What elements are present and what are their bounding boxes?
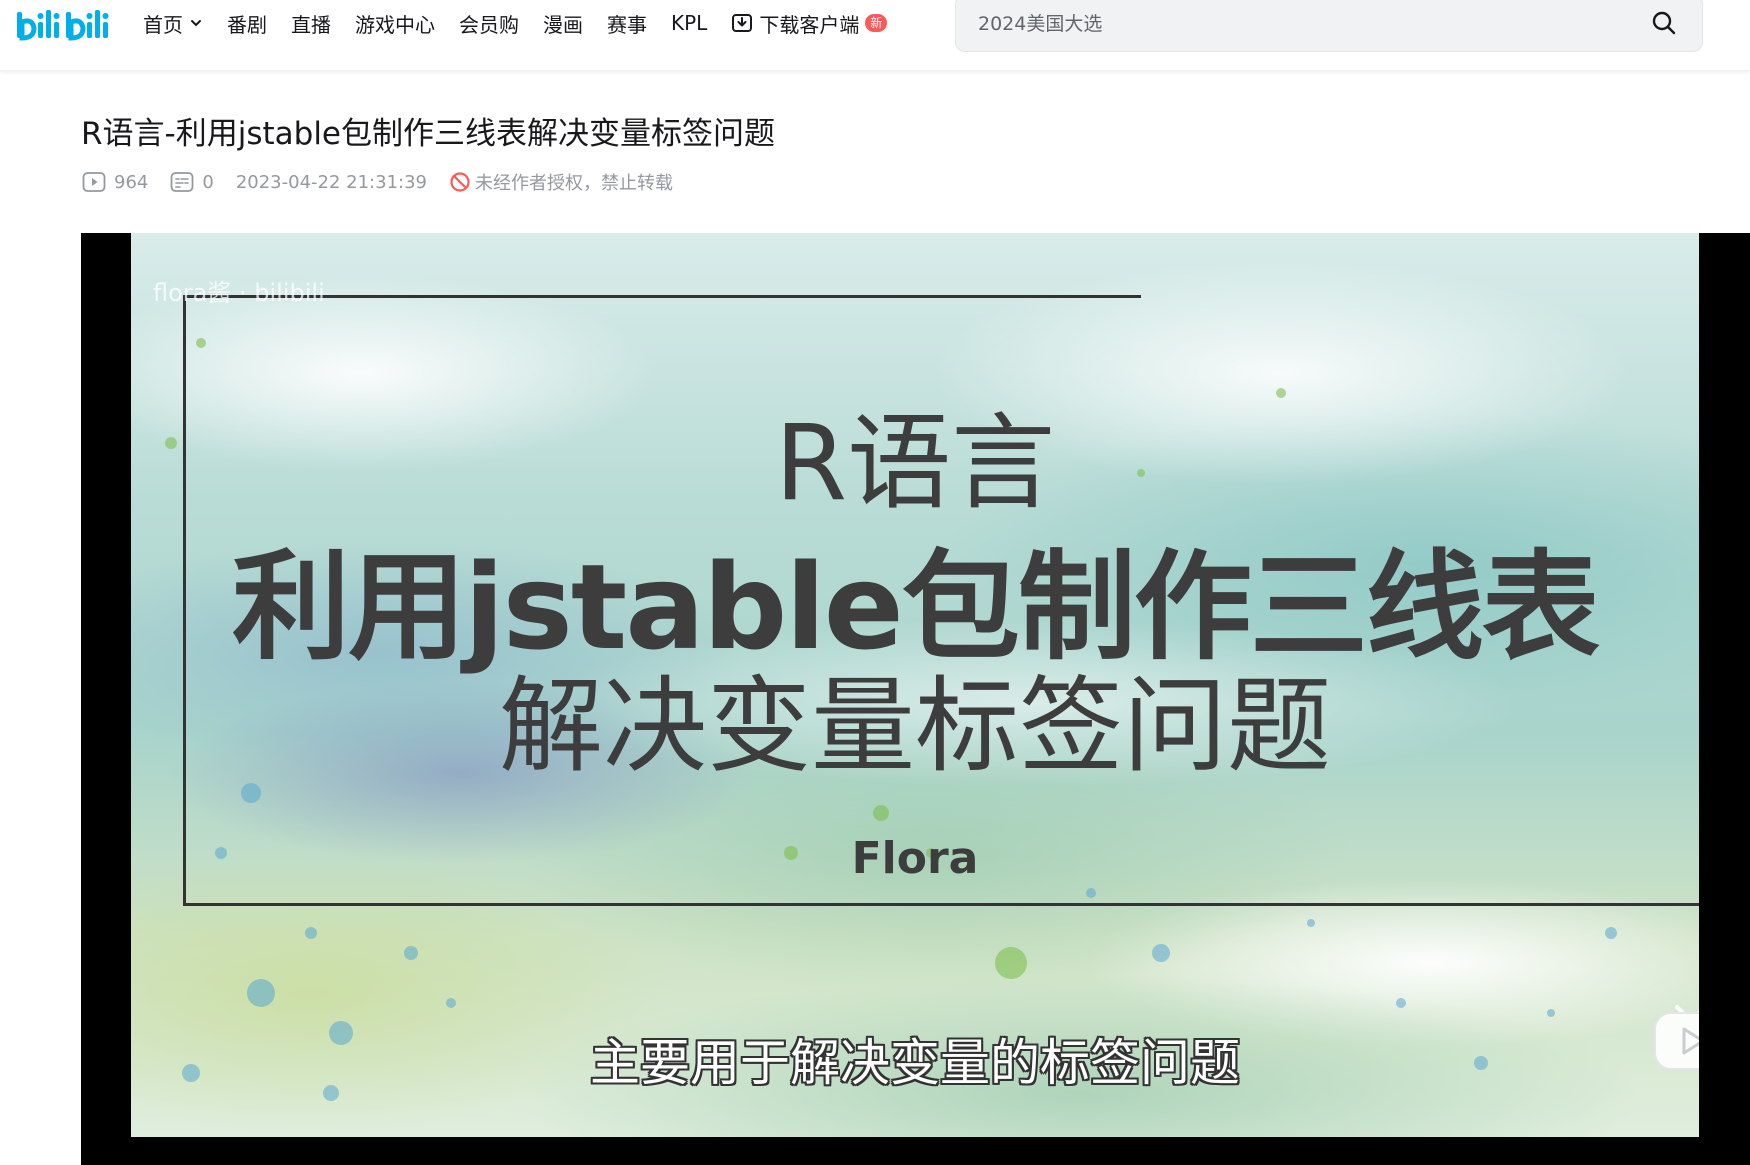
nav-item-label: 赛事 xyxy=(607,12,647,37)
bilibili-logo-icon xyxy=(17,10,109,41)
download-client-link[interactable]: 下载客户端 新 xyxy=(731,9,888,38)
forbidden-icon xyxy=(450,172,470,192)
uploader-watermark: flora酱 · bilibili xyxy=(153,279,325,307)
top-header: 首页 番剧 直播 游戏中心 会员购 漫画 赛事 KPL 下载客户端 新 xyxy=(0,0,1750,71)
frame-author: Flora xyxy=(851,833,979,884)
search-button[interactable] xyxy=(1648,7,1680,39)
frame-title-line-1: R语言 xyxy=(774,402,1056,524)
nav-item-manga[interactable]: 漫画 xyxy=(543,9,583,38)
bilibili-tv-play-button[interactable] xyxy=(1651,993,1699,1073)
nav-item-label: 会员购 xyxy=(459,12,519,37)
tv-play-icon xyxy=(1654,1005,1699,1070)
new-badge: 新 xyxy=(865,14,888,32)
danmaku-count: 0 xyxy=(170,171,214,193)
nav-item-label: 番剧 xyxy=(227,12,267,37)
danmaku-icon xyxy=(170,172,194,192)
nav-item-mall[interactable]: 会员购 xyxy=(459,9,519,38)
danmaku-count-value: 0 xyxy=(202,171,214,193)
frame-title-line-3: 解决变量标签问题 xyxy=(498,665,1331,787)
play-count-icon xyxy=(82,172,106,192)
video-player[interactable]: flora酱 · bilibili R语言 利用jstable包制作三线表 解决… xyxy=(81,233,1750,1165)
search-input[interactable] xyxy=(976,9,1620,39)
download-client-label: 下载客户端 xyxy=(759,12,860,37)
publish-time: 2023-04-22 21:31:39 xyxy=(236,172,427,193)
title-card-topline xyxy=(183,295,1141,298)
copyright-notice-text: 未经作者授权，禁止转载 xyxy=(474,173,673,194)
nav-item-kpl[interactable]: KPL xyxy=(671,11,707,35)
nav-item-label: 漫画 xyxy=(543,12,583,37)
nav-item-label: 游戏中心 xyxy=(355,12,435,37)
video-subtitle: 主要用于解决变量的标签问题 xyxy=(590,1034,1240,1092)
nav-item-label: KPL xyxy=(671,11,708,35)
publish-datetime: 2023-04-22 21:31:39 xyxy=(235,171,427,193)
view-count: 964 xyxy=(82,171,148,193)
video-meta: 964 0 2023-04-22 21:31:39 未经作者授权，禁止转载 xyxy=(82,168,673,196)
nav-item-live[interactable]: 直播 xyxy=(291,9,331,38)
nav-item-game-center[interactable]: 游戏中心 xyxy=(355,9,435,38)
search-box xyxy=(955,0,1703,52)
nav-item-anime[interactable]: 番剧 xyxy=(227,9,267,38)
search-icon xyxy=(1652,11,1676,35)
chevron-down-icon xyxy=(189,16,203,30)
bilibili-logo[interactable] xyxy=(14,2,122,46)
nav-item-label: 直播 xyxy=(291,12,331,37)
nav-item-home[interactable]: 首页 xyxy=(143,9,203,38)
copyright-notice: 未经作者授权，禁止转载 xyxy=(449,169,673,195)
main-nav: 首页 番剧 直播 游戏中心 会员购 漫画 赛事 KPL 下载客户端 新 xyxy=(143,0,911,46)
video-frame: flora酱 · bilibili R语言 利用jstable包制作三线表 解决… xyxy=(131,233,1699,1137)
view-count-value: 964 xyxy=(114,171,149,193)
download-icon xyxy=(731,12,753,34)
nav-item-label: 首页 xyxy=(143,12,183,37)
nav-item-esports[interactable]: 赛事 xyxy=(607,9,647,38)
video-title: R语言-利用jstable包制作三线表解决变量标签问题 xyxy=(81,116,776,152)
